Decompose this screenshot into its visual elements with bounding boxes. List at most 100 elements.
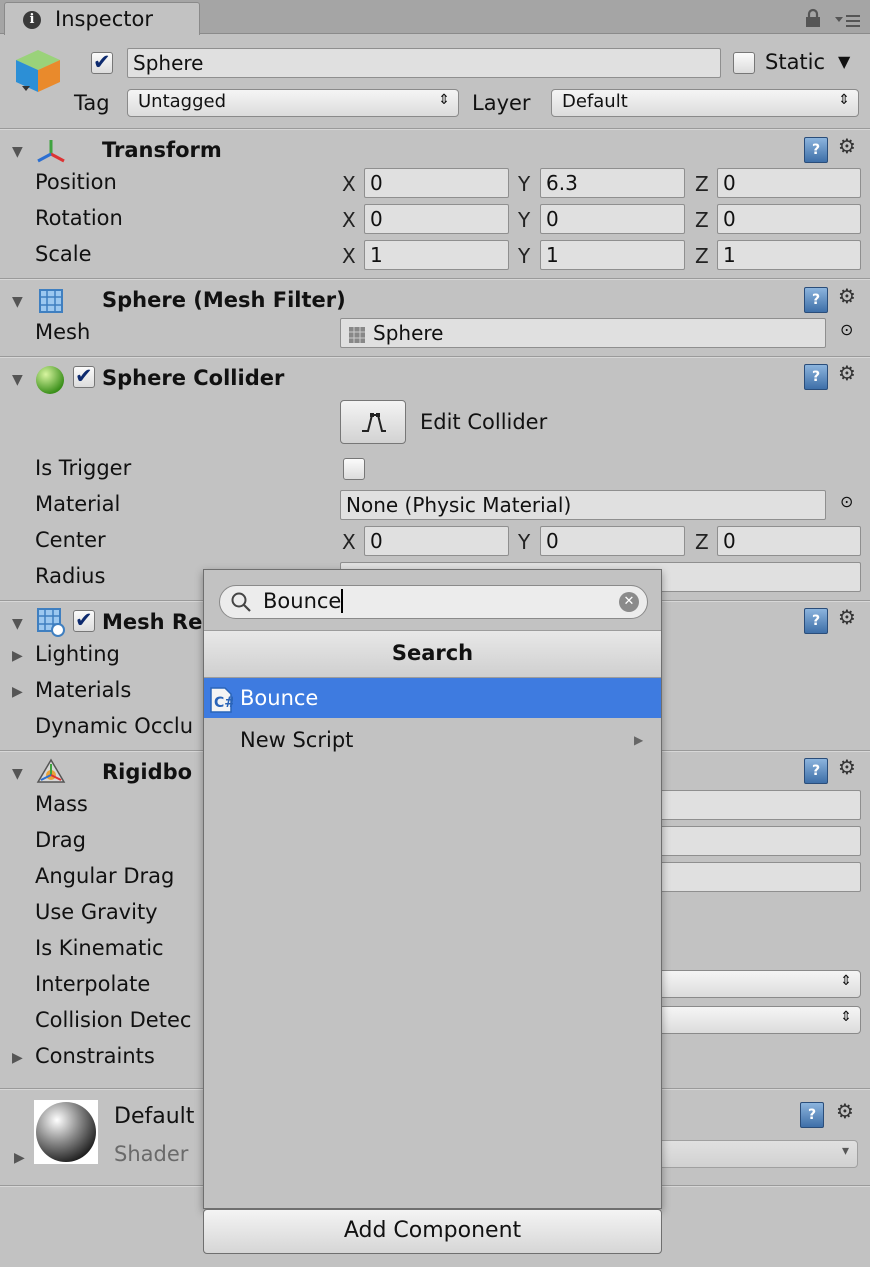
help-icon[interactable]: ? xyxy=(804,137,828,163)
help-icon[interactable]: ? xyxy=(804,608,828,634)
center-x-field[interactable]: 0 xyxy=(364,526,509,556)
component-search-box[interactable]: Bounce ✕ xyxy=(219,585,648,619)
popup-arrows-icon: ⇕ xyxy=(838,92,850,108)
foldout-sphere-collider[interactable]: ▼ xyxy=(12,372,23,388)
scale-label: Scale xyxy=(35,242,92,266)
axis-y: Y xyxy=(518,172,531,196)
search-input[interactable]: Bounce xyxy=(263,589,344,613)
axis-x: X xyxy=(342,172,356,196)
scale-z-field[interactable]: 1 xyxy=(717,240,861,270)
drag-label: Drag xyxy=(35,828,87,852)
position-x-field[interactable]: 0 xyxy=(364,168,509,198)
center-label: Center xyxy=(35,528,106,552)
panel-menu-icon[interactable] xyxy=(834,10,862,34)
rigidbody-icon xyxy=(36,758,66,791)
gear-icon[interactable]: ⚙ xyxy=(836,1099,854,1123)
layer-label: Layer xyxy=(472,91,531,115)
dropdown-item-new-script[interactable]: New Script ▶ xyxy=(204,720,661,760)
object-picker-icon[interactable]: ⊙ xyxy=(840,320,853,339)
axis-y: Y xyxy=(518,244,531,268)
axis-z: Z xyxy=(695,530,709,554)
foldout-material[interactable]: ▶ xyxy=(14,1150,25,1166)
sphere-collider-enabled-checkbox[interactable] xyxy=(73,364,95,388)
gear-icon[interactable]: ⚙ xyxy=(838,605,856,629)
gear-icon[interactable]: ⚙ xyxy=(838,284,856,308)
transform-title: Transform xyxy=(102,138,222,162)
gear-icon[interactable]: ⚙ xyxy=(838,134,856,158)
mesh-filter-title: Sphere (Mesh Filter) xyxy=(102,288,346,312)
mesh-asset-icon xyxy=(348,325,366,347)
radius-label: Radius xyxy=(35,564,106,588)
is-trigger-label: Is Trigger xyxy=(35,456,132,480)
sphere-preview-icon xyxy=(36,1102,96,1162)
info-icon: i xyxy=(23,11,41,29)
static-checkbox[interactable] xyxy=(733,52,755,74)
foldout-constraints[interactable]: ▶ xyxy=(12,1050,23,1066)
gear-icon[interactable]: ⚙ xyxy=(838,361,856,385)
is-kinematic-label: Is Kinematic xyxy=(35,936,164,960)
help-icon[interactable]: ? xyxy=(804,364,828,390)
tag-label: Tag xyxy=(74,91,110,115)
collision-detection-label: Collision Detec xyxy=(35,1008,192,1032)
foldout-transform[interactable]: ▼ xyxy=(12,144,23,160)
help-icon[interactable]: ? xyxy=(804,287,828,313)
popup-arrows-icon: ⇕ xyxy=(840,973,852,989)
foldout-materials[interactable]: ▶ xyxy=(12,684,23,700)
material-title: Default xyxy=(114,1104,195,1129)
static-label: Static xyxy=(765,50,826,74)
tab-inspector[interactable]: i Inspector xyxy=(4,2,200,35)
rotation-x-field[interactable]: 0 xyxy=(364,204,509,234)
shader-popup[interactable]: ▾ xyxy=(640,1140,858,1168)
shader-label: Shader xyxy=(114,1142,189,1166)
mesh-filter-icon xyxy=(38,288,64,319)
help-icon[interactable]: ? xyxy=(800,1102,824,1128)
foldout-lighting[interactable]: ▶ xyxy=(12,648,23,664)
dynamic-occlusion-label: Dynamic Occlu xyxy=(35,714,194,738)
gear-icon[interactable]: ⚙ xyxy=(838,755,856,779)
tag-popup[interactable]: Untagged ⇕ xyxy=(127,89,459,117)
axis-y: Y xyxy=(518,208,531,232)
help-icon[interactable]: ? xyxy=(804,758,828,784)
rotation-y-field[interactable]: 0 xyxy=(540,204,685,234)
is-trigger-checkbox[interactable] xyxy=(343,458,365,480)
add-component-dropdown: Bounce ✕ Search C# Bounce New Script ▶ xyxy=(203,569,662,1209)
layer-popup[interactable]: Default ⇕ xyxy=(551,89,859,117)
tab-bar: i Inspector xyxy=(0,0,870,35)
mesh-field[interactable]: Sphere xyxy=(340,318,826,348)
interpolate-label: Interpolate xyxy=(35,972,151,996)
position-y-field[interactable]: 6.3 xyxy=(540,168,685,198)
chevron-down-icon: ▾ xyxy=(841,1143,849,1159)
lock-icon[interactable] xyxy=(804,8,822,33)
scale-x-field[interactable]: 1 xyxy=(364,240,509,270)
add-component-button[interactable]: Add Component xyxy=(203,1209,662,1254)
axis-x: X xyxy=(342,530,356,554)
mesh-value: Sphere xyxy=(373,321,444,345)
dropdown-header: Search xyxy=(204,630,661,678)
foldout-mesh-renderer[interactable]: ▼ xyxy=(12,616,23,632)
active-checkbox[interactable] xyxy=(91,50,113,74)
position-z-field[interactable]: 0 xyxy=(717,168,861,198)
center-z-field[interactable]: 0 xyxy=(717,526,861,556)
foldout-mesh-filter[interactable]: ▼ xyxy=(12,294,23,310)
foldout-rigidbody[interactable]: ▼ xyxy=(12,766,23,782)
scale-y-field[interactable]: 1 xyxy=(540,240,685,270)
mesh-renderer-title: Mesh Re xyxy=(102,610,203,634)
object-picker-icon[interactable]: ⊙ xyxy=(840,492,853,511)
constraints-label: Constraints xyxy=(35,1044,155,1068)
edit-collider-button[interactable] xyxy=(340,400,406,444)
static-dropdown-icon[interactable]: ▼ xyxy=(838,52,850,71)
position-label: Position xyxy=(35,170,117,194)
clear-search-icon[interactable]: ✕ xyxy=(619,592,639,612)
axis-z: Z xyxy=(695,244,709,268)
gameobject-cube-icon[interactable] xyxy=(14,48,62,99)
axis-x: X xyxy=(342,244,356,268)
center-y-field[interactable]: 0 xyxy=(540,526,685,556)
mesh-renderer-enabled-checkbox[interactable] xyxy=(73,608,95,632)
sphere-collider-title: Sphere Collider xyxy=(102,366,285,390)
dropdown-item-bounce[interactable]: C# Bounce xyxy=(204,678,661,718)
name-field[interactable]: Sphere xyxy=(127,48,721,78)
dropdown-item-label: Bounce xyxy=(240,686,319,710)
rotation-z-field[interactable]: 0 xyxy=(717,204,861,234)
material-field[interactable]: None (Physic Material) xyxy=(340,490,826,520)
svg-text:C#: C# xyxy=(214,695,233,711)
